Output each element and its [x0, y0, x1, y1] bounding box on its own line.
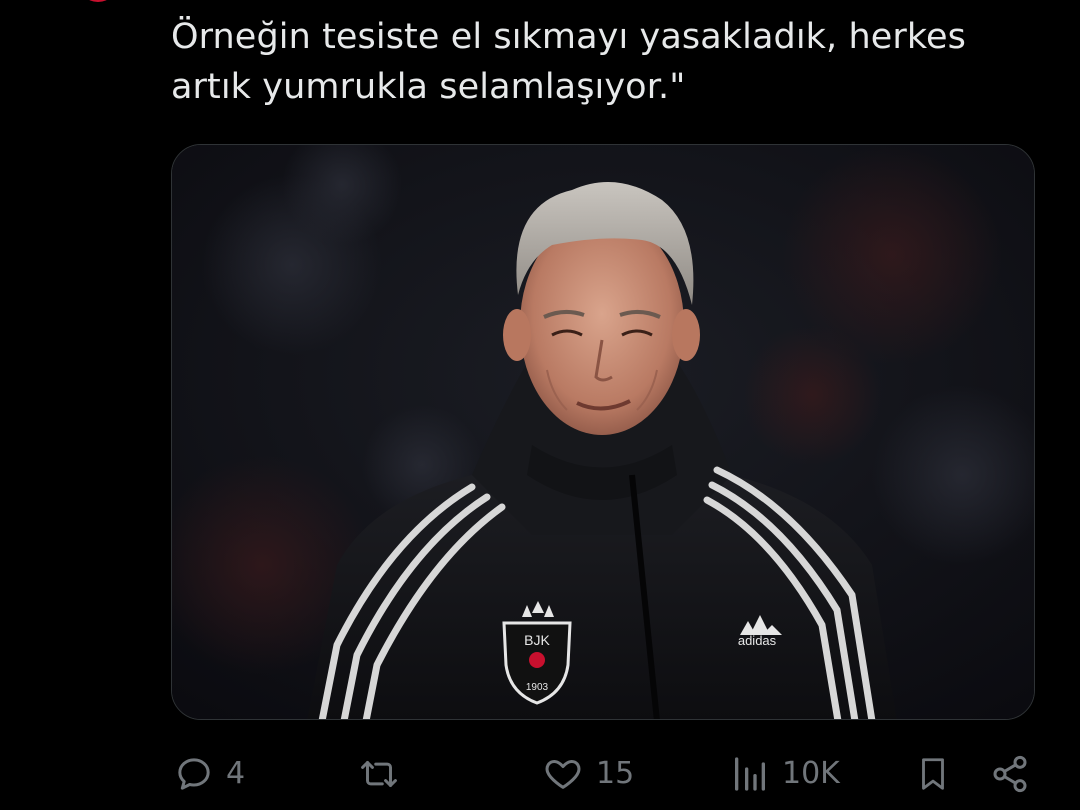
tweet-actions: 4 15 10K	[0, 740, 1080, 810]
views-count: 10K	[782, 756, 840, 791]
like-count: 15	[596, 756, 635, 791]
heart-icon	[545, 760, 581, 789]
svg-text:adidas: adidas	[738, 633, 777, 648]
retweet-button[interactable]	[356, 754, 402, 794]
author-avatar[interactable]	[78, 0, 118, 2]
share-icon	[993, 755, 1027, 793]
share-button[interactable]	[990, 754, 1030, 794]
views-icon	[735, 757, 765, 791]
tweet-text-line: artık yumrukla selamlaşıyor."	[171, 67, 686, 107]
reply-icon	[178, 758, 210, 790]
like-button[interactable]: 15	[542, 754, 634, 794]
tweet-text-line: Örneğin tesiste el sıkmayı yasakladık, h…	[171, 17, 966, 57]
tweet-text: Örneğin tesiste el sıkmayı yasakladık, h…	[171, 12, 1031, 112]
photo-illustration: BJK 1903 adidas	[172, 145, 1034, 719]
reply-count: 4	[226, 756, 246, 791]
retweet-icon	[361, 761, 397, 787]
svg-text:BJK: BJK	[524, 632, 550, 648]
views-button[interactable]: 10K	[730, 754, 840, 794]
bookmark-button[interactable]	[914, 754, 952, 794]
tweet-media-photo[interactable]: BJK 1903 adidas	[171, 144, 1035, 720]
svg-text:1903: 1903	[526, 682, 549, 693]
bookmark-icon	[922, 758, 944, 790]
reply-button[interactable]: 4	[174, 754, 245, 794]
